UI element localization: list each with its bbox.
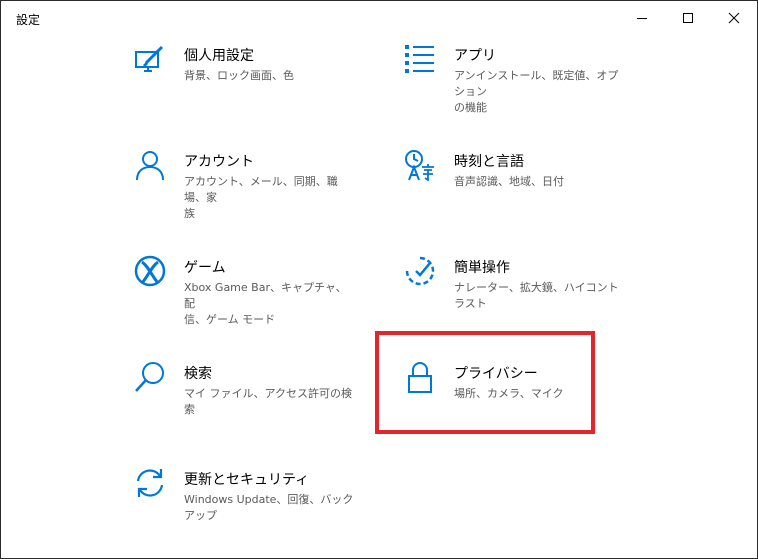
- settings-window: 設定 個人用設定 背景、ロック画面、色 アプリ アンインストール、既定値、オプシ…: [0, 0, 758, 559]
- tile-description: アカウント、メール、同期、職場、家 族: [184, 174, 354, 222]
- tile-description-line: 音声認識、地域、日付: [454, 175, 564, 188]
- maximize-button[interactable]: [665, 1, 711, 35]
- tile-gaming[interactable]: ゲーム Xbox Game Bar、キャプチャ、配 信、ゲーム モード: [134, 255, 354, 328]
- tile-name: アカウント: [184, 154, 254, 170]
- tile-description-line: 背景、ロック画面、色: [184, 69, 294, 82]
- tile-description-line: ナレーター、拡大鏡、ハイコントラスト: [454, 281, 619, 310]
- tile-description-line: 信、ゲーム モード: [184, 313, 276, 326]
- xbox-icon: [134, 255, 166, 287]
- personalization-icon: [134, 43, 166, 75]
- window-title: 設定: [16, 13, 41, 27]
- tile-name: 時刻と言語: [454, 154, 524, 170]
- tile-ease-of-access[interactable]: 簡単操作 ナレーター、拡大鏡、ハイコントラスト: [404, 255, 624, 325]
- tile-description-line: Windows Update、回復、バック: [184, 493, 354, 506]
- accounts-icon: [134, 149, 166, 181]
- tile-accounts[interactable]: アカウント アカウント、メール、同期、職場、家 族: [134, 149, 354, 222]
- apps-icon: [404, 43, 436, 75]
- tile-personalization[interactable]: 個人用設定 背景、ロック画面、色: [134, 43, 354, 113]
- close-button[interactable]: [711, 1, 757, 35]
- ease-of-access-icon: [404, 255, 436, 287]
- time-language-icon: [404, 149, 436, 181]
- minimize-icon: [637, 18, 647, 19]
- tile-description-line: アカウント、メール、同期、職場、家: [184, 175, 338, 204]
- maximize-icon: [683, 13, 693, 23]
- tile-description: Windows Update、回復、バック アップ: [184, 492, 353, 524]
- tile-description-line: Xbox Game Bar、キャプチャ、配: [184, 281, 347, 310]
- tile-name: アプリ: [454, 48, 496, 64]
- tile-description: Xbox Game Bar、キャプチャ、配 信、ゲーム モード: [184, 280, 354, 328]
- tile-description-line: 族: [184, 207, 195, 220]
- tile-time-language[interactable]: 時刻と言語 音声認識、地域、日付: [404, 149, 624, 219]
- tile-update-security[interactable]: 更新とセキュリティ Windows Update、回復、バック アップ: [134, 467, 354, 537]
- tile-apps[interactable]: アプリ アンインストール、既定値、オプション の機能: [404, 43, 624, 116]
- title-bar[interactable]: 設定: [1, 1, 757, 35]
- tile-description: マイ ファイル、アクセス許可の検索: [184, 386, 354, 418]
- update-icon: [134, 467, 166, 499]
- tile-description-line: アップ: [184, 509, 217, 522]
- tile-description-line: の機能: [454, 101, 487, 114]
- highlight-box: [375, 331, 595, 434]
- tile-description: ナレーター、拡大鏡、ハイコントラスト: [454, 280, 624, 312]
- tile-description-line: マイ ファイル、アクセス許可の検索: [184, 387, 352, 416]
- tile-description: 背景、ロック画面、色: [184, 68, 294, 84]
- tile-description: 音声認識、地域、日付: [454, 174, 564, 190]
- tile-name: 検索: [184, 366, 212, 382]
- tile-description: アンインストール、既定値、オプション の機能: [454, 68, 624, 116]
- tile-description-line: アンインストール、既定値、オプション: [454, 69, 619, 98]
- tile-name: ゲーム: [184, 260, 226, 276]
- tile-name: 簡単操作: [454, 260, 510, 276]
- minimize-button[interactable]: [619, 1, 665, 35]
- tile-search[interactable]: 検索 マイ ファイル、アクセス許可の検索: [134, 361, 354, 431]
- search-icon: [134, 361, 166, 393]
- tile-name: 更新とセキュリティ: [184, 472, 310, 488]
- tile-name: 個人用設定: [184, 48, 254, 64]
- close-icon: [728, 12, 740, 24]
